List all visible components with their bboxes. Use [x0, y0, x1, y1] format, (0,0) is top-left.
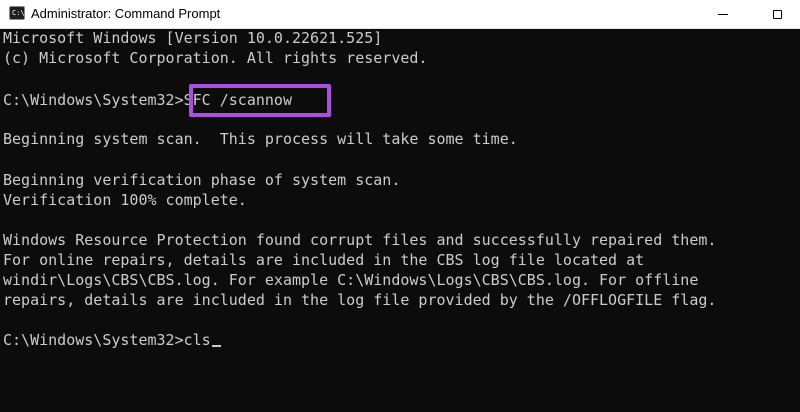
command-prompt-window: C:\ Administrator: Command Prompt Micros… [0, 0, 800, 412]
console-area[interactable]: Microsoft Windows [Version 10.0.22621.52… [0, 28, 800, 412]
maximize-button[interactable] [754, 0, 800, 28]
console-output-line: Verification 100% complete. [3, 191, 247, 209]
command-highlight-box [189, 84, 331, 117]
text-cursor [211, 345, 221, 347]
maximize-icon [772, 9, 782, 19]
console-output-line: Windows Resource Protection found corrup… [3, 231, 717, 249]
console-output-line: windir\Logs\CBS\CBS.log. For example C:\… [3, 271, 699, 289]
prompt-path: C:\Windows\System32> [3, 331, 184, 349]
prompt-path: C:\Windows\System32> [3, 91, 184, 109]
console-header-copyright: (c) Microsoft Corporation. All rights re… [3, 49, 428, 67]
console-active-prompt[interactable]: C:\Windows\System32>cls [3, 330, 221, 350]
console-output-line: repairs, details are included in the log… [3, 291, 717, 309]
typed-command: cls [183, 331, 211, 349]
console-output-line: Beginning verification phase of system s… [3, 171, 401, 189]
console-output-line: Beginning system scan. This process will… [3, 130, 518, 148]
minimize-button[interactable] [700, 0, 746, 28]
window-title: Administrator: Command Prompt [31, 6, 221, 21]
console-output-line: For online repairs, details are included… [3, 251, 645, 269]
console-header-version: Microsoft Windows [Version 10.0.22621.52… [3, 29, 383, 47]
title-bar[interactable]: C:\ Administrator: Command Prompt [0, 0, 800, 29]
command-prompt-icon: C:\ [9, 6, 25, 20]
minimize-icon [718, 13, 728, 15]
